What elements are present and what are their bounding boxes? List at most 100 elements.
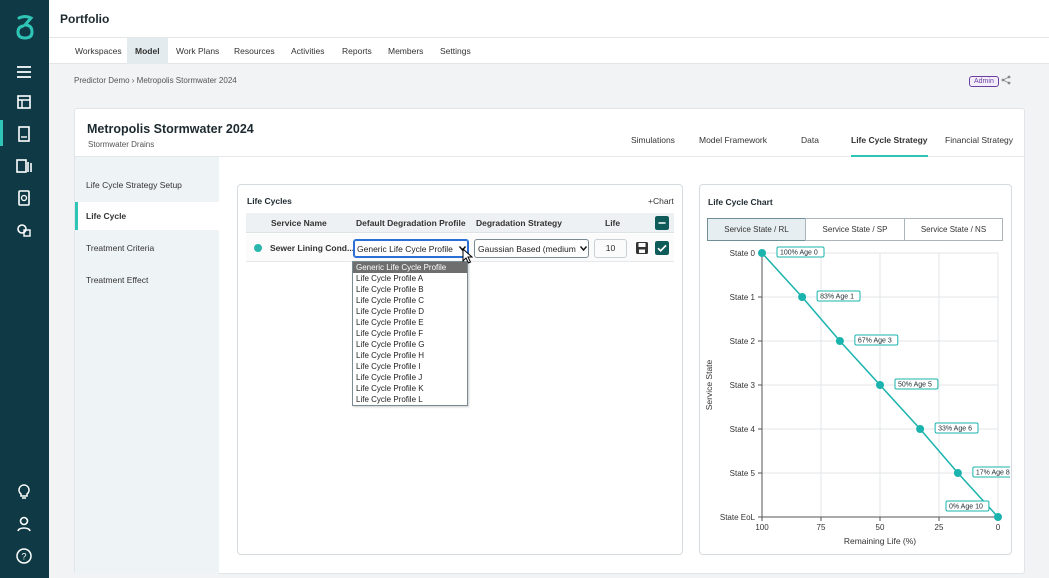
table-header: Service Name Default Degradation Profile… — [246, 213, 674, 233]
table-row[interactable]: Sewer Lining Cond... Generic Life Cycle … — [246, 234, 674, 262]
assets-icon[interactable] — [14, 220, 34, 240]
dropdown-option[interactable]: Life Cycle Profile A — [353, 273, 467, 284]
nav-tab-activities[interactable]: Activities — [283, 38, 333, 64]
nav-tab-resources[interactable]: Resources — [226, 38, 283, 64]
data-label: 50% Age 5 — [898, 382, 932, 389]
mouse-cursor-icon — [462, 248, 474, 264]
dropdown-option[interactable]: Life Cycle Profile E — [353, 317, 467, 328]
lightbulb-icon[interactable] — [14, 482, 34, 502]
dropdown-option[interactable]: Life Cycle Profile H — [353, 350, 467, 361]
add-chart-link[interactable]: +Chart — [648, 196, 674, 206]
main-nav: Workspaces Model Work Plans Resources Ac… — [49, 38, 1049, 64]
report-icon[interactable] — [14, 188, 34, 208]
dropdown-option[interactable]: Life Cycle Profile D — [353, 306, 467, 317]
col-default-degradation-profile: Default Degradation Profile — [356, 218, 466, 228]
segment-service-state-rl[interactable]: Service State / RL — [707, 218, 806, 241]
app-title: Portfolio — [60, 12, 110, 26]
data-point — [876, 381, 884, 389]
y-tick-label: State 5 — [730, 469, 756, 478]
project-header: Metropolis Stormwater 2024 Stormwater Dr… — [75, 109, 1024, 157]
col-degradation-strategy: Degradation Strategy — [476, 218, 562, 228]
nav-tab-settings[interactable]: Settings — [432, 38, 479, 64]
dropdown-option[interactable]: Generic Life Cycle Profile — [353, 262, 467, 273]
data-label: 83% Age 1 — [820, 294, 854, 301]
user-icon[interactable] — [14, 514, 34, 534]
x-tick-label: 50 — [876, 523, 885, 532]
side-item-treatment-criteria[interactable]: Treatment Criteria — [75, 234, 219, 262]
data-label: 100% Age 0 — [780, 250, 818, 257]
confirm-checkbox-icon[interactable] — [655, 241, 669, 255]
dropdown-option[interactable]: Life Cycle Profile K — [353, 383, 467, 394]
breadcrumb[interactable]: Predictor Demo › Metropolis Stormwater 2… — [74, 76, 237, 85]
svg-text:?: ? — [21, 552, 26, 562]
rail-active-indicator — [0, 120, 3, 146]
nav-tab-model[interactable]: Model — [127, 38, 168, 64]
tab-simulations[interactable]: Simulations — [631, 135, 675, 157]
segment-service-state-sp[interactable]: Service State / SP — [805, 218, 905, 241]
nav-tab-work-plans[interactable]: Work Plans — [168, 38, 227, 64]
dropdown-option[interactable]: Life Cycle Profile G — [353, 339, 467, 350]
menu-icon[interactable] — [14, 62, 34, 82]
dropdown-option[interactable]: Life Cycle Profile C — [353, 295, 467, 306]
x-tick-label: 100 — [755, 523, 769, 532]
chart-panel-title: Life Cycle Chart — [708, 197, 773, 207]
y-tick-label: State 4 — [730, 425, 756, 434]
y-axis-label: Service State — [704, 359, 714, 410]
chevron-down-icon[interactable] — [580, 245, 587, 252]
y-tick-label: State 1 — [730, 293, 756, 302]
degradation-profile-value: Generic Life Cycle Profile — [357, 244, 453, 254]
y-tick-label: State 2 — [730, 337, 756, 346]
collapse-all-icon[interactable] — [655, 216, 669, 230]
x-tick-label: 75 — [817, 523, 826, 532]
tab-data[interactable]: Data — [801, 135, 819, 157]
data-point — [953, 469, 962, 477]
service-color-dot — [254, 244, 262, 252]
tab-life-cycle-strategy[interactable]: Life Cycle Strategy — [851, 135, 928, 157]
x-tick-label: 25 — [935, 523, 944, 532]
dropdown-option[interactable]: Life Cycle Profile J — [353, 372, 467, 383]
y-tick-label: State 3 — [730, 381, 756, 390]
life-cycles-title: Life Cycles — [247, 196, 292, 206]
segment-service-state-ns[interactable]: Service State / NS — [904, 218, 1003, 241]
y-tick-label: State EoL — [720, 513, 756, 522]
save-icon[interactable] — [635, 241, 649, 255]
degradation-strategy-select[interactable]: Gaussian Based (medium — [474, 239, 589, 258]
x-tick-label: 0 — [996, 523, 1001, 532]
dropdown-option[interactable]: Life Cycle Profile I — [353, 361, 467, 372]
tab-model-framework[interactable]: Model Framework — [699, 135, 767, 157]
degradation-strategy-value: Gaussian Based (medium — [478, 244, 576, 254]
life-input[interactable]: 10 — [594, 239, 627, 258]
help-icon[interactable]: ? — [14, 546, 34, 566]
nav-tab-members[interactable]: Members — [380, 38, 431, 64]
dashboard-icon[interactable] — [14, 92, 34, 112]
project-subtitle: Stormwater Drains — [88, 140, 155, 149]
tab-financial-strategy[interactable]: Financial Strategy — [945, 135, 1013, 157]
profile-dropdown-list: Generic Life Cycle Profile Life Cycle Pr… — [352, 261, 468, 406]
share-icon[interactable] — [1001, 75, 1011, 85]
nav-tab-workspaces[interactable]: Workspaces — [67, 38, 130, 64]
dropdown-option[interactable]: Life Cycle Profile B — [353, 284, 467, 295]
side-item-treatment-effect[interactable]: Treatment Effect — [75, 266, 219, 294]
model-icon[interactable] — [14, 124, 34, 144]
app-window: ? Portfolio Workspaces Model Work Plans … — [0, 0, 1049, 578]
data-point — [916, 425, 925, 433]
col-service-name: Service Name — [271, 218, 327, 228]
data-label: 67% Age 3 — [858, 338, 892, 345]
project-title: Metropolis Stormwater 2024 — [87, 122, 254, 136]
life-cycle-chart: State 0 State 1 State 2 State 3 State 4 State… — [704, 246, 1010, 546]
degradation-profile-select[interactable]: Generic Life Cycle Profile — [353, 239, 469, 258]
col-life: Life — [605, 218, 621, 228]
app-logo-icon[interactable] — [12, 14, 38, 40]
side-item-life-cycle-strategy-setup[interactable]: Life Cycle Strategy Setup — [75, 171, 219, 199]
library-icon[interactable] — [14, 156, 34, 176]
left-rail: ? — [0, 0, 49, 578]
side-item-life-cycle[interactable]: Life Cycle — [75, 202, 219, 230]
data-label: 33% Age 6 — [938, 426, 972, 433]
data-point — [758, 249, 766, 257]
nav-tab-reports[interactable]: Reports — [334, 38, 380, 64]
dropdown-option[interactable]: Life Cycle Profile L — [353, 394, 467, 405]
x-axis-label: Remaining Life (%) — [844, 536, 916, 546]
data-label: 17% Age 8 — [976, 470, 1010, 477]
dropdown-option[interactable]: Life Cycle Profile F — [353, 328, 467, 339]
data-label: 0% Age 10 — [949, 504, 983, 511]
